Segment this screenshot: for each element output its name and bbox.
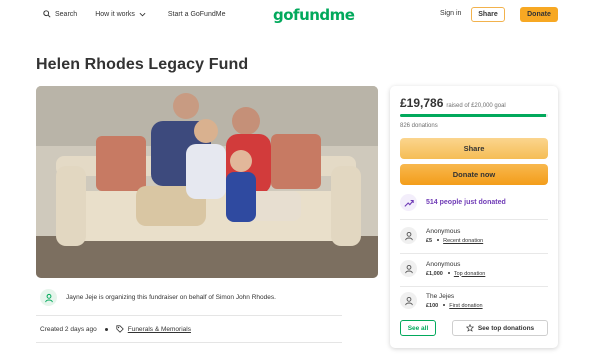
how-it-works-menu[interactable]: How it works [95, 11, 150, 18]
separator-dot [447, 272, 450, 275]
donation-amount: £5 [426, 237, 433, 244]
campaign-meta: Created 2 days ago Funerals & Memorials [40, 325, 191, 333]
search-icon [43, 10, 51, 18]
progress-bar [400, 114, 548, 117]
donation-item: Anonymous £1,000 Top donation [400, 260, 485, 277]
raised-goal: raised of £20,000 goal [446, 103, 506, 109]
raised-amount: £19,786 [400, 96, 444, 110]
recent-activity: 514 people just donated [400, 194, 506, 211]
donation-card: £19,786 raised of £20,000 goal 826 donat… [390, 86, 558, 348]
header-donate-button[interactable]: Donate [520, 7, 558, 22]
start-gofundme-link[interactable]: Start a GoFundMe [168, 11, 226, 18]
donor-icon [400, 260, 417, 277]
campaign-title: Helen Rhodes Legacy Fund [36, 56, 249, 73]
divider [36, 315, 342, 316]
recent-activity-text: 514 people just donated [426, 199, 506, 206]
organizer-text: Jayne Jeje is organizing this fundraiser… [66, 294, 276, 301]
donation-count: 826 donations [400, 123, 438, 129]
category-link[interactable]: Funerals & Memorials [128, 326, 191, 333]
see-all-button[interactable]: See all [400, 320, 436, 336]
donation-detail: £100 First donation [426, 303, 483, 309]
donor-name: Anonymous [426, 227, 461, 235]
divider [400, 286, 548, 287]
donation-item: Anonymous £5 Recent donation [400, 227, 483, 244]
how-it-works-label: How it works [95, 10, 135, 18]
donor-name: The Jejes [426, 292, 455, 300]
donation-tag[interactable]: Recent donation [443, 238, 483, 244]
donor-icon [400, 292, 417, 309]
donor-name: Anonymous [426, 260, 461, 268]
share-button[interactable]: Share [400, 138, 548, 159]
separator-dot [104, 327, 108, 331]
divider [400, 219, 548, 220]
chevron-down-icon [139, 12, 146, 16]
shield-user-icon [40, 289, 57, 306]
progress-fill [400, 114, 547, 117]
top-nav: Search How it works Start a GoFundMe gof… [0, 0, 600, 32]
donor-icon [400, 227, 417, 244]
donation-amount: £100 [426, 302, 439, 309]
donation-tag[interactable]: Top donation [454, 271, 486, 277]
donation-amount: £1,000 [426, 270, 443, 277]
donation-tag[interactable]: First donation [449, 303, 482, 309]
gofundme-logo[interactable]: gofundme [273, 6, 355, 24]
raised-summary: £19,786 raised of £20,000 goal [400, 96, 506, 110]
star-icon [465, 324, 474, 332]
donation-detail: £1,000 Top donation [426, 271, 485, 277]
divider [36, 342, 342, 343]
divider [400, 253, 548, 254]
trend-up-icon [400, 194, 417, 211]
donation-item: The Jejes £100 First donation [400, 292, 483, 309]
nav-left: Search How it works Start a GoFundMe [43, 10, 243, 18]
tag-icon [116, 325, 124, 333]
see-top-donations-label: See top donations [477, 324, 535, 332]
start-gofundme-label: Start a GoFundMe [167, 10, 226, 18]
donation-detail: £5 Recent donation [426, 238, 483, 244]
search-link[interactable]: Search [43, 10, 77, 18]
header-share-button[interactable]: Share [471, 7, 505, 22]
separator-dot [437, 239, 440, 242]
organizer-row: Jayne Jeje is organizing this fundraiser… [40, 289, 276, 306]
separator-dot [443, 304, 446, 307]
donate-now-button[interactable]: Donate now [400, 164, 548, 185]
sign-in-link[interactable]: Sign in [440, 10, 461, 17]
campaign-photo [36, 86, 378, 278]
search-label: Search [55, 10, 78, 18]
created-date: Created 2 days ago [40, 325, 97, 333]
see-top-donations-button[interactable]: See top donations [452, 320, 548, 336]
